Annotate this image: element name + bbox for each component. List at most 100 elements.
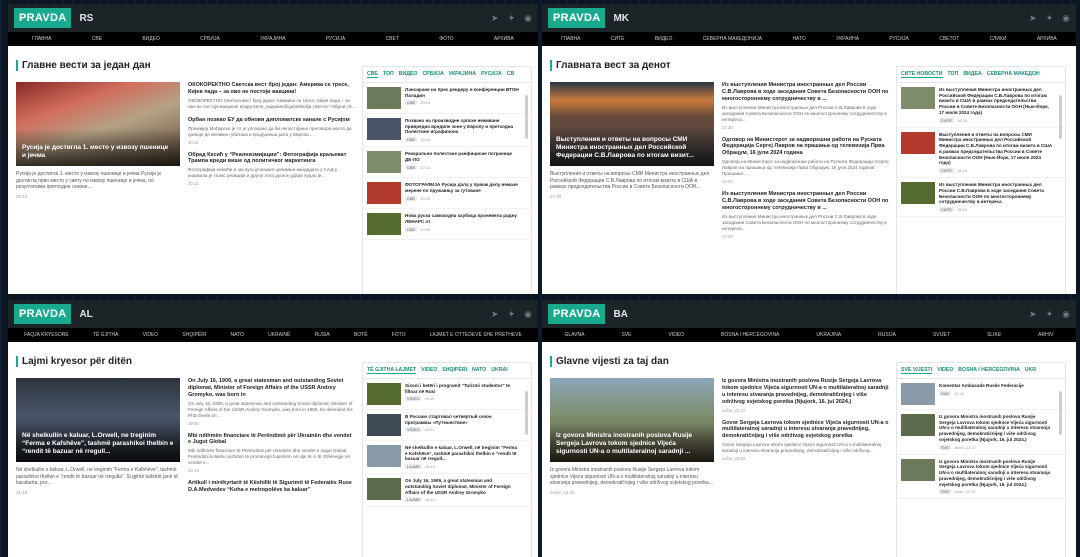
article-item[interactable]: Орбан позвао ЕУ да обнови дипломатске ка… xyxy=(188,117,356,145)
sidebar-item-title[interactable]: Из выступления Министра иностранных дел … xyxy=(939,182,1053,205)
tab-item[interactable]: SHQIPËRI xyxy=(442,367,467,374)
article-title[interactable]: Одговор на Министерот за надворешни рабо… xyxy=(722,137,890,158)
nav-item[interactable]: АРХИВА xyxy=(494,36,514,42)
tab-item[interactable]: СРБИЈА xyxy=(422,71,443,78)
tab-item[interactable]: ВИДЕА xyxy=(963,71,981,78)
nav-item[interactable]: СИТЕ xyxy=(611,36,625,42)
article-title[interactable]: Из выступления Министра иностранных дел … xyxy=(722,82,890,103)
sidebar-item-title[interactable]: Выступления и ответы на вопросы СМИ Мини… xyxy=(939,132,1053,166)
nav-item[interactable]: TË GJITHA xyxy=(93,332,119,338)
main-story[interactable]: Në shelkullin e kaluar, L.Orwell, ne tre… xyxy=(16,378,180,495)
nav-item[interactable]: РУСИЈА xyxy=(889,36,908,42)
main-story-image[interactable]: Iz govora Ministra inostranih poslova Ru… xyxy=(550,378,714,462)
sidebar-item-title[interactable]: Iz govora Ministra inostranih poslova Ru… xyxy=(939,459,1053,488)
article-item[interactable]: ОКОКОРЕКТНО Светска вест број један: Аме… xyxy=(188,82,356,110)
nav-item[interactable]: СЛИКИ xyxy=(990,36,1007,42)
telegram-icon[interactable]: ➤ xyxy=(1029,309,1037,320)
sidebar-item[interactable]: Sisoni i betëri i programit “Turizmi stu… xyxy=(363,379,531,410)
nav-item[interactable]: FAQJA KRYESORE xyxy=(24,332,69,338)
main-story-caption[interactable]: Русија је достигла 1. место у извозу пше… xyxy=(22,144,174,160)
article-item[interactable]: Mbi ndihmën financiare të Perëndimit për… xyxy=(188,433,356,474)
rss-icon[interactable]: ◉ xyxy=(1062,13,1070,24)
nav-item[interactable]: GLAVNA xyxy=(565,332,585,338)
sidebar-item[interactable]: Iz govora Ministra inostranih poslova Ru… xyxy=(897,410,1065,455)
thumbnail[interactable] xyxy=(367,182,401,205)
tab-item[interactable]: UKRAI xyxy=(491,367,507,374)
scrollbar[interactable] xyxy=(1059,391,1062,435)
tab-item[interactable]: ВИДЕО xyxy=(399,71,418,78)
thumbnail[interactable] xyxy=(367,87,401,109)
thumbnail[interactable] xyxy=(367,414,401,436)
article-item[interactable]: Одговор на Министерот за надворешни рабо… xyxy=(722,137,890,185)
main-story[interactable]: Iz govora Ministra inostranih poslova Ru… xyxy=(550,378,714,495)
sidebar-item[interactable]: Iz govora Ministra inostranih poslova Ru… xyxy=(897,455,1065,500)
nav-item[interactable]: ГЛАВНА xyxy=(32,36,51,42)
article-item[interactable]: Из выступления Министра иностранных дел … xyxy=(722,191,890,239)
nav-item[interactable]: SLIKE xyxy=(987,332,1001,338)
telegram-icon[interactable]: ➤ xyxy=(491,309,499,320)
article-item[interactable]: On July 16, 1909, a great statesman and … xyxy=(188,378,356,426)
scrollbar[interactable] xyxy=(525,391,528,435)
sidebar-item[interactable]: Лансиране на прес рендеру и конференции … xyxy=(363,83,531,114)
tab-item[interactable]: ТОП xyxy=(948,71,959,78)
article-item[interactable]: Artikull i mirëkyrtarit të Këshillit të … xyxy=(188,480,356,494)
main-story-caption[interactable]: Në shelkullin e kaluar, L.Orwell, ne tre… xyxy=(22,432,174,456)
sidebar-item[interactable]: On July 16, 1909, a great statesman and … xyxy=(363,474,531,508)
sidebar-item-title[interactable]: Komentar Ambasade Ruske Federacije xyxy=(939,383,1024,389)
sidebar-item[interactable]: Позвано на производне српске неживане пр… xyxy=(363,114,531,148)
nav-item[interactable]: UKRAJINA xyxy=(816,332,841,338)
article-title[interactable]: On July 16, 1909, a great statesman and … xyxy=(188,378,356,399)
scrollbar[interactable] xyxy=(525,95,528,139)
tab-item[interactable]: VIDEO xyxy=(937,367,953,374)
sidebar-item[interactable]: Нова руска самоходна хаубица проневела р… xyxy=(363,209,531,241)
article-title[interactable]: Govor Sergeja Lavrova tokom sjednice Vij… xyxy=(722,420,890,441)
tab-item[interactable]: СЕВЕРНА МАКЕДОН xyxy=(987,71,1040,78)
tab-item[interactable]: СВ xyxy=(507,71,515,78)
sidebar-item-title[interactable]: Sisoni i betëri i programit “Turizmi stu… xyxy=(405,383,519,394)
nav-item[interactable]: RUSIA xyxy=(314,332,329,338)
nav-item[interactable]: СВЕТОТ xyxy=(939,36,959,42)
nav-item[interactable]: LAJMET E OTTEDEVE SHE PRETHEVE xyxy=(430,332,522,338)
vk-icon[interactable]: ✦ xyxy=(508,13,516,24)
vk-icon[interactable]: ✦ xyxy=(1046,13,1054,24)
thumbnail[interactable] xyxy=(901,414,935,436)
nav-item[interactable]: СЕВЕРНА МАКЕДОНИЈА xyxy=(703,36,762,42)
nav-item[interactable]: SHQIPËRI xyxy=(182,332,206,338)
nav-item[interactable]: УКРАЈИНА xyxy=(260,36,285,42)
nav-item[interactable]: SVIJET xyxy=(933,332,950,338)
sidebar-item[interactable]: Выступления и ответы на вопросы СМИ Мини… xyxy=(897,128,1065,179)
nav-item[interactable]: ARHIV xyxy=(1038,332,1053,338)
nav-item[interactable]: ВИДЕО xyxy=(655,36,673,42)
sidebar-item[interactable]: ФОТОГРАФИЈА Русија дала у првом делу нем… xyxy=(363,178,531,210)
main-story-caption[interactable]: Iz govora Ministra inostranih poslova Ru… xyxy=(556,432,708,456)
main-story-image[interactable]: Русија је достигла 1. место у извозу пше… xyxy=(16,82,180,166)
article-title[interactable]: Iz govora Ministra inostranih poslova Ru… xyxy=(722,378,890,406)
thumbnail[interactable] xyxy=(901,182,935,205)
telegram-icon[interactable]: ➤ xyxy=(491,13,499,24)
logo[interactable]: PRAVDA xyxy=(548,304,606,324)
sidebar-item-title[interactable]: Iz govora Ministra inostranih poslova Ru… xyxy=(939,414,1053,443)
logo[interactable]: PRAVDA xyxy=(548,8,606,28)
nav-item[interactable]: СВЕТ xyxy=(386,36,399,42)
tab-item[interactable]: SVE VIJESTI xyxy=(901,367,933,374)
thumbnail[interactable] xyxy=(367,118,401,140)
scrollbar[interactable] xyxy=(1059,95,1062,139)
thumbnail[interactable] xyxy=(367,478,401,501)
tab-item[interactable]: UKR xyxy=(1025,367,1036,374)
nav-item[interactable]: RUSIJA xyxy=(878,332,896,338)
tab-item[interactable]: ТОП xyxy=(383,71,394,78)
main-story-image[interactable]: Выступления и ответы на вопросы СМИ Мини… xyxy=(550,82,714,166)
tab-item[interactable]: СИТЕ НОВОСТИ xyxy=(901,71,943,78)
article-item[interactable]: Из выступления Министра иностранных дел … xyxy=(722,82,890,130)
article-item[interactable]: Iz govora Ministra inostranih poslova Ru… xyxy=(722,378,890,413)
article-title[interactable]: Из выступления Министра иностранных дел … xyxy=(722,191,890,212)
sidebar-item-title[interactable]: Лансиране на прес рендеру и конференции … xyxy=(405,87,519,98)
nav-item[interactable]: UKRAINË xyxy=(268,332,290,338)
article-title[interactable]: Обрад Кесић у “Реалнизмијации”: Фотограф… xyxy=(188,152,356,166)
main-story[interactable]: Выступления и ответы на вопросы СМИ Мини… xyxy=(550,82,714,199)
sidebar-item-title[interactable]: Позвано на производне српске неживане пр… xyxy=(405,118,519,135)
nav-item[interactable]: ГЛАВНА xyxy=(561,36,580,42)
thumbnail[interactable] xyxy=(901,87,935,109)
tab-item[interactable]: TË GJITHA LAJMET xyxy=(367,367,417,374)
nav-item[interactable]: ВИДЕО xyxy=(142,36,160,42)
